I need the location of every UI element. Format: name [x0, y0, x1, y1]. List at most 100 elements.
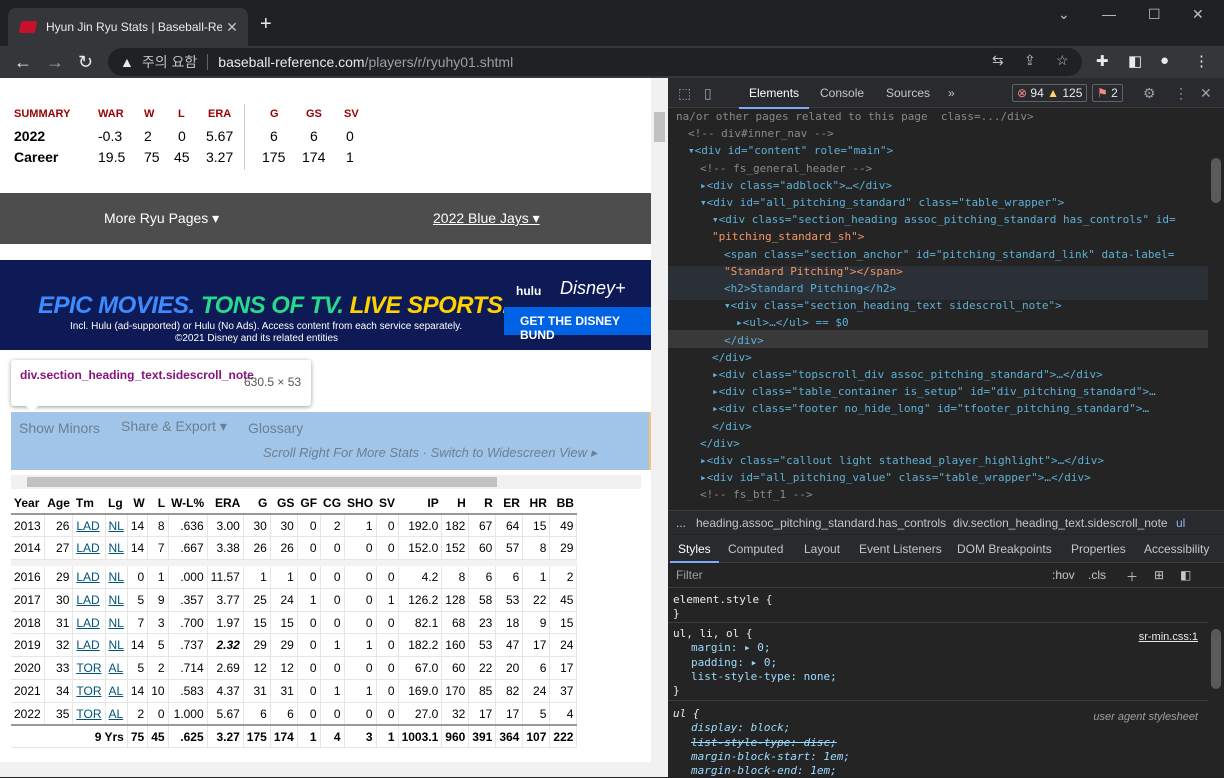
browser-tab[interactable]: Hyun Jin Ryu Stats | Baseball-Re ✕	[8, 8, 248, 46]
tab-elements[interactable]: Elements	[738, 86, 810, 109]
breadcrumb-item[interactable]: heading.assoc_pitching_standard.has_cont…	[696, 516, 946, 530]
tab-styles[interactable]: Styles	[670, 542, 719, 563]
dom-tree[interactable]: na/or other pages related to this page c…	[668, 108, 1208, 518]
column-header[interactable]: Age	[44, 492, 73, 515]
dom-tree-scrollbar[interactable]	[1208, 108, 1224, 518]
column-header[interactable]: CG	[320, 492, 345, 515]
dom-node-line[interactable]: ▸<div class="topscroll_div assoc_pitchin…	[712, 366, 1103, 383]
menu-kebab-icon[interactable]: ⋮	[1194, 52, 1209, 70]
more-tabs-icon[interactable]: »	[948, 86, 955, 100]
devtools-menu-icon[interactable]: ⋮	[1174, 85, 1188, 102]
inspect-element-icon[interactable]: ⬚	[678, 85, 691, 102]
extensions-icon[interactable]: ✚	[1096, 52, 1109, 70]
team-link[interactable]: LAD	[72, 633, 106, 658]
league-link[interactable]: AL	[105, 656, 128, 681]
breadcrumb-item[interactable]: ul	[1176, 516, 1185, 530]
maximize-icon[interactable]: ☐	[1148, 6, 1161, 23]
scroll-note[interactable]: Scroll Right For More Stats · Switch to …	[263, 445, 597, 461]
column-header[interactable]: Lg	[105, 492, 128, 515]
rule-ul-user-agent[interactable]: ul { user agent stylesheet display: bloc…	[668, 707, 1208, 777]
column-header[interactable]: W	[127, 492, 148, 515]
table-top-scrollbar[interactable]	[11, 475, 641, 489]
tab-properties[interactable]: Properties	[1071, 542, 1126, 556]
team-link[interactable]: LAD	[72, 565, 106, 589]
close-tab-icon[interactable]: ✕	[222, 19, 242, 36]
column-header[interactable]: GF	[297, 492, 321, 515]
omnibox[interactable]: ▲ 주의 요함 baseball-reference.com /players/…	[108, 48, 1082, 76]
dom-node-line[interactable]: ▸<div class="footer no_hide_long" id="tf…	[712, 400, 1149, 417]
more-ryu-pages-link[interactable]: More Ryu Pages ▾	[104, 210, 219, 227]
team-link[interactable]: LAD	[72, 514, 106, 538]
share-icon[interactable]: ⇪	[1024, 52, 1036, 69]
blue-jays-link[interactable]: 2022 Blue Jays ▾	[433, 210, 540, 227]
team-link[interactable]: LAD	[72, 588, 106, 612]
tab-computed[interactable]: Computed	[728, 542, 783, 556]
dom-node-line[interactable]: ▸<div id="all_pitching_value" class="tab…	[700, 469, 1091, 486]
column-header[interactable]: W-L%	[168, 492, 208, 515]
filter-input[interactable]: Filter	[676, 568, 703, 582]
hov-toggle[interactable]: :hov	[1052, 568, 1075, 582]
dom-node-line[interactable]: ▾<div class="section_heading assoc_pitch…	[712, 211, 1176, 228]
column-header[interactable]: H	[441, 492, 469, 515]
team-link[interactable]: TOR	[72, 702, 106, 726]
new-tab-button[interactable]: +	[260, 14, 272, 34]
settings-gear-icon[interactable]: ⚙	[1143, 85, 1156, 102]
rule-ul-li-ol[interactable]: ul, li, ol { sr-min.css:1 margin: ▸ 0; p…	[668, 627, 1208, 701]
tab-accessibility[interactable]: Accessibility	[1144, 542, 1209, 556]
issues-counter[interactable]: ⚑ 2	[1092, 84, 1123, 102]
dom-node-line[interactable]: </div>	[712, 349, 752, 366]
element-state-icon[interactable]: ⊞	[1154, 568, 1164, 582]
team-link[interactable]: TOR	[72, 679, 106, 703]
league-link[interactable]: NL	[105, 536, 128, 561]
dom-node-line[interactable]: </div>	[712, 418, 752, 435]
dom-node-line[interactable]: "pitching_standard_sh">	[712, 228, 864, 245]
cls-toggle[interactable]: .cls	[1088, 568, 1106, 582]
dom-node-line[interactable]: na/or other pages related to this page c…	[676, 108, 1034, 125]
error-warning-counter[interactable]: ⊗ 94 ▲ 125	[1012, 84, 1088, 102]
side-panel-icon[interactable]: ◧	[1128, 52, 1142, 70]
tab-search-icon[interactable]: ⌄	[1058, 6, 1070, 23]
dom-node-line[interactable]: "Standard Pitching"></span>	[724, 263, 903, 280]
back-icon[interactable]: ←	[14, 50, 32, 74]
window-close-icon[interactable]: ✕	[1192, 6, 1204, 23]
column-header[interactable]: SHO	[344, 492, 377, 515]
column-header[interactable]: ER	[495, 492, 523, 515]
minimize-icon[interactable]: —	[1102, 6, 1116, 22]
column-header[interactable]: G	[243, 492, 271, 515]
reload-icon[interactable]: ↻	[78, 50, 93, 74]
device-toggle-icon[interactable]: ▯	[704, 85, 712, 102]
scrollbar-thumb[interactable]	[1211, 629, 1221, 689]
dom-node-line[interactable]: <!-- div#inner_nav -->	[688, 125, 834, 142]
column-header[interactable]: GS	[270, 492, 298, 515]
column-header[interactable]: HR	[522, 492, 550, 515]
league-link[interactable]: AL	[105, 679, 128, 703]
dom-node-line[interactable]: ▸<ul>…</ul> == $0	[736, 314, 849, 331]
glossary-link[interactable]: Glossary	[248, 420, 303, 436]
page-vertical-scrollbar[interactable]	[651, 78, 668, 777]
scrollbar-thumb[interactable]	[27, 477, 497, 487]
column-header[interactable]: R	[468, 492, 496, 515]
tab-event-listeners[interactable]: Event Listeners	[859, 542, 942, 556]
share-export-menu[interactable]: Share & Export ▾	[121, 418, 227, 435]
league-link[interactable]: NL	[105, 633, 128, 658]
rule-element-style[interactable]: element.style { }	[668, 593, 1208, 623]
dom-node-line[interactable]: ▾<div id="content" role="main">	[688, 142, 893, 159]
column-header[interactable]: L	[147, 492, 169, 515]
league-link[interactable]: NL	[105, 565, 128, 589]
rule-property[interactable]: padding: ▸ 0;	[673, 656, 1203, 670]
sidebar-toggle-icon[interactable]: ◧	[1180, 568, 1191, 582]
dom-node-line[interactable]: ▾<div id="all_pitching_standard" class="…	[700, 194, 1064, 211]
tab-sources[interactable]: Sources	[886, 86, 930, 100]
dom-node-line[interactable]: <!-- fs_general_header -->	[700, 160, 872, 177]
new-rule-icon[interactable]: ＋	[1126, 568, 1138, 585]
disney-ad-banner[interactable]: EPIC MOVIES. TONS OF TV. LIVE SPORTS. In…	[0, 260, 651, 350]
devtools-close-icon[interactable]: ✕	[1200, 85, 1212, 102]
dom-node-line[interactable]: </div>	[700, 435, 740, 452]
scrollbar-thumb[interactable]	[654, 112, 665, 142]
bookmark-star-icon[interactable]: ☆	[1056, 52, 1069, 69]
column-header[interactable]: IP	[398, 492, 442, 515]
show-minors-link[interactable]: Show Minors	[19, 420, 100, 436]
tab-layout[interactable]: Layout	[804, 542, 840, 556]
rule-property[interactable]: list-style-type: none;	[673, 670, 1203, 684]
league-link[interactable]: NL	[105, 611, 128, 635]
